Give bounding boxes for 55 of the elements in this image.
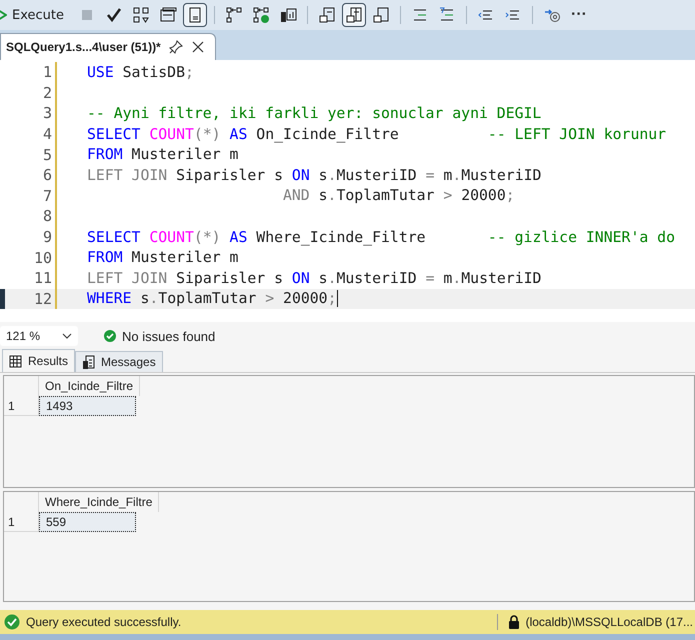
issues-status: No issues found [122,328,216,344]
text-caret [336,290,338,308]
grid-icon [9,354,22,368]
server-name: (localdb)\MSSQLLocalDB (17... [526,615,694,629]
line-number: 7 [42,186,52,205]
line-number: 2 [42,84,52,102]
results-tab[interactable]: Results [2,349,76,372]
zoom-dropdown[interactable]: 121 % [0,326,78,346]
code-line: SELECT COUNT(*) AS On_Icinde_Filtre -- LEFT JOIN korunur [87,126,666,143]
play-icon [0,9,7,21]
code-line: WHERE s.ToplamTutar > 20000; [87,290,336,308]
chart-icon [279,6,297,24]
diagram-icon [132,6,150,24]
flow-icon [225,6,243,24]
close-icon[interactable] [190,40,205,54]
code-line: FROM Musteriler m [87,146,238,164]
line-number: 5 [42,146,52,164]
table-cell[interactable]: 559 [39,512,136,532]
code-line: FROM Musteriler m [87,249,238,266]
line-number: 4 [42,125,52,144]
code-line: USE SatisDB; [87,64,194,81]
text-results-icon [318,6,336,24]
status-message: Query executed successfully. [26,615,182,629]
success-icon [4,614,20,630]
execute-button[interactable]: Execute [0,8,72,22]
code-line: LEFT JOIN Siparisler s ON s.MusteriID = m.MusteriID [87,166,542,184]
checkmark-icon [105,6,123,24]
code-line: LEFT JOIN Siparisler s ON s.MusteriID = m.MusteriID [87,270,542,287]
form-button[interactable] [183,3,207,27]
code-line: -- Ayni filtre, iki farkli yer: sonuclar ayni DEGIL [87,104,542,122]
document-tab[interactable]: SQLQuery1.s...4\user (51))* [0,33,216,60]
line-number: 10 [32,248,52,267]
window-icon [159,6,177,24]
code-line: SELECT COUNT(*) AS Where_Icinde_Filtre -- gizlice INNER'a do [87,228,675,246]
results-tab[interactable]: Messages [75,351,163,372]
table-cell[interactable]: 1493 [39,396,136,416]
line-number: 1 [42,63,52,82]
line-number: 12 [32,290,52,308]
check-icon [104,330,116,342]
grid-results-icon [345,6,363,24]
pin-icon[interactable] [168,40,183,54]
line-number: 9 [42,228,52,246]
line-number: 11 [32,269,52,288]
tab-title[interactable]: SQLQuery1.s...4\user (51))* [6,40,161,54]
line-number: 3 [42,104,52,122]
code-line: AND s.ToplamTutar > 20000; [282,187,515,204]
file-results-icon [372,6,390,24]
lock-icon [508,615,520,629]
document-icon [82,354,96,370]
grid-button[interactable] [342,3,366,27]
flow-check-icon [252,6,270,24]
line-number: 6 [42,166,52,184]
chevron-icon [62,333,72,339]
line-number: 8 [42,207,52,226]
more-button[interactable]: ··· [567,6,591,24]
